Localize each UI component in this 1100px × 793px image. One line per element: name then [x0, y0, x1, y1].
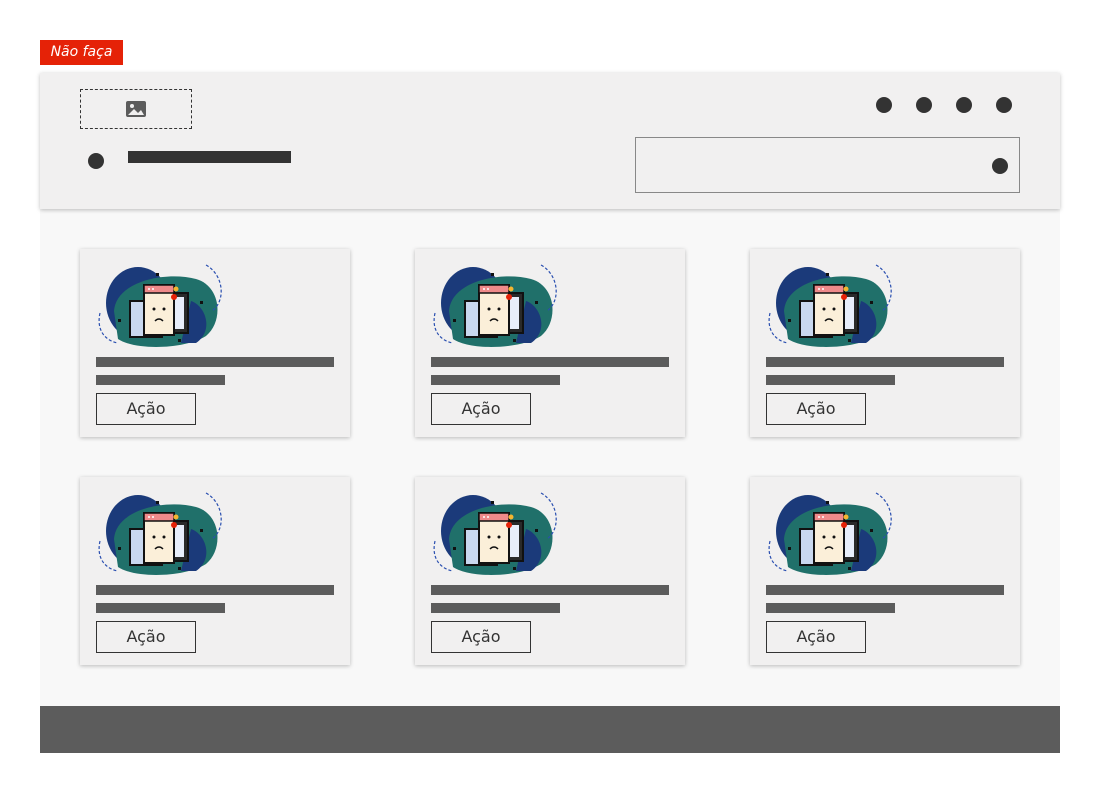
menu-icon[interactable]: [88, 153, 104, 169]
card-text-placeholder: [766, 585, 1004, 595]
card-text-placeholder: [431, 357, 669, 367]
footer: [40, 706, 1060, 753]
card-text-placeholder: [766, 603, 895, 613]
card: Ação: [80, 477, 350, 665]
card: Ação: [415, 477, 685, 665]
devices-error-illustration: [768, 264, 893, 347]
card: Ação: [80, 249, 350, 437]
card-text-placeholder: [96, 375, 225, 385]
card-action-button[interactable]: Ação: [96, 393, 196, 425]
devices-error-illustration: [98, 492, 223, 575]
card-text-placeholder: [96, 603, 225, 613]
card-text-placeholder: [96, 585, 334, 595]
header-action-icon-4[interactable]: [996, 97, 1012, 113]
search-icon[interactable]: [992, 158, 1008, 174]
devices-error-illustration: [768, 492, 893, 575]
card: Ação: [415, 249, 685, 437]
card-action-button[interactable]: Ação: [96, 621, 196, 653]
header-action-icon-1[interactable]: [876, 97, 892, 113]
card: Ação: [750, 249, 1020, 437]
card-action-button[interactable]: Ação: [766, 393, 866, 425]
devices-error-illustration: [433, 264, 558, 347]
page-frame: Ação Ação Ação Ação Ação Ação: [40, 73, 1060, 753]
site-title-placeholder: [128, 151, 291, 163]
image-icon: [126, 101, 146, 117]
card-text-placeholder: [431, 375, 560, 385]
card-text-placeholder: [766, 357, 1004, 367]
card-text-placeholder: [431, 603, 560, 613]
devices-error-illustration: [98, 264, 223, 347]
devices-error-illustration: [433, 492, 558, 575]
header: [40, 73, 1060, 209]
card-text-placeholder: [766, 375, 895, 385]
card-text-placeholder: [96, 357, 334, 367]
header-action-icon-3[interactable]: [956, 97, 972, 113]
card-action-button[interactable]: Ação: [766, 621, 866, 653]
header-action-icon-2[interactable]: [916, 97, 932, 113]
card-text-placeholder: [431, 585, 669, 595]
card-action-button[interactable]: Ação: [431, 621, 531, 653]
logo-placeholder[interactable]: [80, 89, 192, 129]
dont-do-tag: Não faça: [40, 40, 123, 65]
search-input[interactable]: [635, 137, 1020, 193]
card-action-button[interactable]: Ação: [431, 393, 531, 425]
card: Ação: [750, 477, 1020, 665]
